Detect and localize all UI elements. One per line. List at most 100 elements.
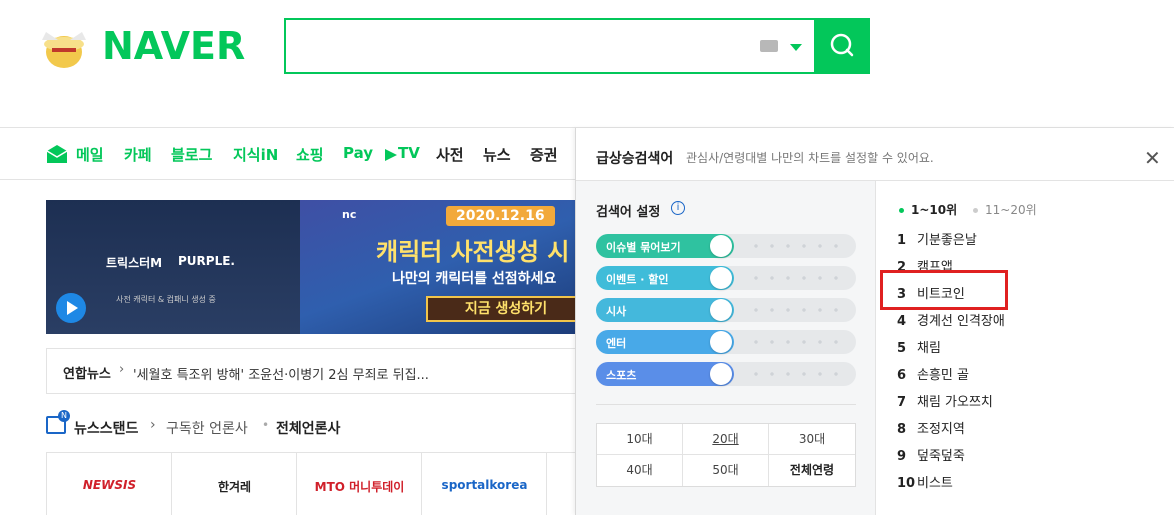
rank-item[interactable]: 10 비스트 <box>897 472 953 494</box>
headline-text[interactable]: '세월호 특조위 방해' 조윤선·이병기 2심 무죄로 뒤집... <box>133 364 429 383</box>
search-icon <box>830 33 854 57</box>
tab-rank-11-20[interactable]: 11~20위 <box>973 201 1037 218</box>
nav-tv[interactable]: TV <box>398 144 420 162</box>
search-input[interactable] <box>284 18 870 74</box>
rank-keyword[interactable]: 경계선 인격장애 <box>917 314 1005 329</box>
new-badge: N <box>58 410 70 422</box>
rank-keyword[interactable]: 조정지역 <box>917 422 965 437</box>
mail-icon <box>46 145 68 163</box>
rank-keyword[interactable]: 채림 <box>917 341 941 356</box>
rank-keyword[interactable]: 기분좋은날 <box>917 233 977 248</box>
press-logo: MTO 머니투데이 <box>314 480 405 494</box>
press-grid: NEWSIS 한겨레 MTO 머니투데이 sportalkorea <box>46 452 575 515</box>
panel-title: 급상승검색어 <box>596 151 674 167</box>
rank-number: 1 <box>897 233 907 248</box>
rank-keyword[interactable]: 채림 가오쯔치 <box>917 395 993 410</box>
search-button[interactable] <box>814 18 870 74</box>
tab-rank-1-10[interactable]: 1~10위 <box>899 201 957 218</box>
nav-blog[interactable]: 블로그 <box>171 144 212 165</box>
toggle-issue-group[interactable]: 이슈별 묶어보기 <box>596 234 856 258</box>
rank-number: 7 <box>897 395 907 410</box>
banner-small-text: 사전 캐릭터 & 컴패니 생성 중 <box>116 295 216 304</box>
press-cell[interactable]: 한겨레 <box>172 453 297 515</box>
rank-item[interactable]: 6 손흥민 골 <box>897 364 969 386</box>
toggle-current-affairs[interactable]: 시사 <box>596 298 856 322</box>
press-cell[interactable]: NEWSIS <box>47 453 172 515</box>
toggle-label: 시사 <box>606 305 627 318</box>
banner-subtitle: 나만의 캐릭터를 선점하세요 <box>392 271 557 287</box>
age-10s[interactable]: 10대 <box>597 424 683 455</box>
rank-number: 8 <box>897 422 907 437</box>
chevron-right-icon: › <box>119 362 125 377</box>
rank-item[interactable]: 8 조정지역 <box>897 418 965 440</box>
nav-dictionary[interactable]: 사전 <box>436 144 464 165</box>
rank-number: 9 <box>897 449 907 464</box>
rank-item[interactable]: 5 채림 <box>897 337 941 359</box>
nav-pay[interactable]: Pay <box>343 144 373 162</box>
toggle-label: 이슈별 묶어보기 <box>606 241 681 254</box>
rank-item[interactable]: 4 경계선 인격장애 <box>897 310 1005 332</box>
press-cell[interactable]: sportalkorea <box>422 453 547 515</box>
age-20s[interactable]: 20대 <box>683 424 769 455</box>
banner-date: 2020.12.16 <box>446 206 555 226</box>
highlight-box <box>880 270 1008 310</box>
toggle-sports[interactable]: 스포츠 <box>596 362 856 386</box>
rank-number: 5 <box>897 341 907 356</box>
header: NAVER <box>0 0 1174 128</box>
realtime-search-panel: 급상승검색어 관심사/연령대별 나만의 차트를 설정할 수 있어요. ✕ 검색어… <box>575 128 1174 515</box>
press-cell[interactable]: MTO 머니투데이 <box>297 453 422 515</box>
rank-keyword[interactable]: 덮죽덮죽 <box>917 449 965 464</box>
age-50s[interactable]: 50대 <box>683 455 769 486</box>
close-icon[interactable]: ✕ <box>1144 146 1161 170</box>
service-nav: 메일 카페 블로그 지식iN 쇼핑 Pay TV 사전 뉴스 증권 <box>0 128 575 180</box>
settings-title: 검색어 설정 <box>596 205 661 220</box>
chevron-down-icon[interactable] <box>790 44 802 51</box>
press-logo: 한겨레 <box>217 480 252 494</box>
ad-banner[interactable]: 트릭스터M PURPLE. 사전 캐릭터 & 컴패니 생성 중 nc 2020.… <box>46 200 575 334</box>
toggle-label: 스포츠 <box>606 369 637 382</box>
newsstand-label[interactable]: 뉴스스탠드 <box>74 418 138 438</box>
nc-logo: nc <box>342 208 357 221</box>
nav-kin[interactable]: 지식iN <box>233 144 278 165</box>
info-icon[interactable]: i <box>671 201 685 215</box>
rank-item[interactable]: 7 채림 가오쯔치 <box>897 391 993 413</box>
banner-video: 트릭스터M PURPLE. 사전 캐릭터 & 컴패니 생성 중 <box>46 200 300 334</box>
naver-logo[interactable]: NAVER <box>36 14 266 76</box>
search-settings: 검색어 설정 i 이슈별 묶어보기 이벤트 · 할인 시사 엔터 스포츠 10대… <box>576 181 876 515</box>
nav-cafe[interactable]: 카페 <box>124 144 152 165</box>
play-icon[interactable] <box>56 293 86 323</box>
headline-source[interactable]: 연합뉴스 <box>63 363 111 382</box>
newsstand-header: N 뉴스스탠드 › 구독한 언론사 • 전체언론사 <box>46 410 575 440</box>
age-30s[interactable]: 30대 <box>769 424 855 455</box>
rank-list: 1~10위 11~20위 1 기분좋은날 2 캠프앱 3 비트코인 4 경계선 인격장애… <box>877 181 1174 515</box>
age-filter-grid: 10대 20대 30대 40대 50대 전체연령 <box>596 423 856 487</box>
rank-keyword[interactable]: 손흥민 골 <box>917 368 969 383</box>
rank-keyword[interactable]: 비스트 <box>917 476 953 491</box>
nav-news[interactable]: 뉴스 <box>483 144 511 165</box>
toggle-label: 이벤트 · 할인 <box>606 273 669 286</box>
age-40s[interactable]: 40대 <box>597 455 683 486</box>
rank-number: 4 <box>897 314 907 329</box>
nav-shopping[interactable]: 쇼핑 <box>296 144 324 165</box>
banner-cta-button[interactable]: 지금 생성하기 <box>426 296 575 322</box>
toggle-entertainment[interactable]: 엔터 <box>596 330 856 354</box>
headline-bar[interactable]: 연합뉴스 › '세월호 특조위 방해' 조윤선·이병기 2심 무죄로 뒤집... <box>46 348 575 394</box>
all-press-link[interactable]: 전체언론사 <box>276 418 340 438</box>
panel-description: 관심사/연령대별 나만의 차트를 설정할 수 있어요. <box>686 151 934 165</box>
press-logo: sportalkorea <box>441 478 528 492</box>
divider <box>596 404 856 405</box>
nav-stock[interactable]: 증권 <box>530 144 558 165</box>
age-all[interactable]: 전체연령 <box>769 455 855 486</box>
rank-item[interactable]: 1 기분좋은날 <box>897 229 977 251</box>
naver-mascot-icon <box>42 32 86 68</box>
banner-purple-logo: PURPLE. <box>178 254 235 268</box>
toggle-event-sale[interactable]: 이벤트 · 할인 <box>596 266 856 290</box>
rank-item[interactable]: 9 덮죽덮죽 <box>897 445 965 467</box>
press-logo: NEWSIS <box>82 478 137 492</box>
banner-title: 캐릭터 사전생성 시 <box>376 238 570 266</box>
separator-dot: • <box>262 418 270 432</box>
keyboard-icon[interactable] <box>760 40 778 52</box>
chevron-right-icon: › <box>150 417 156 433</box>
nav-mail[interactable]: 메일 <box>76 144 104 165</box>
subscribed-press-link[interactable]: 구독한 언론사 <box>166 418 248 438</box>
